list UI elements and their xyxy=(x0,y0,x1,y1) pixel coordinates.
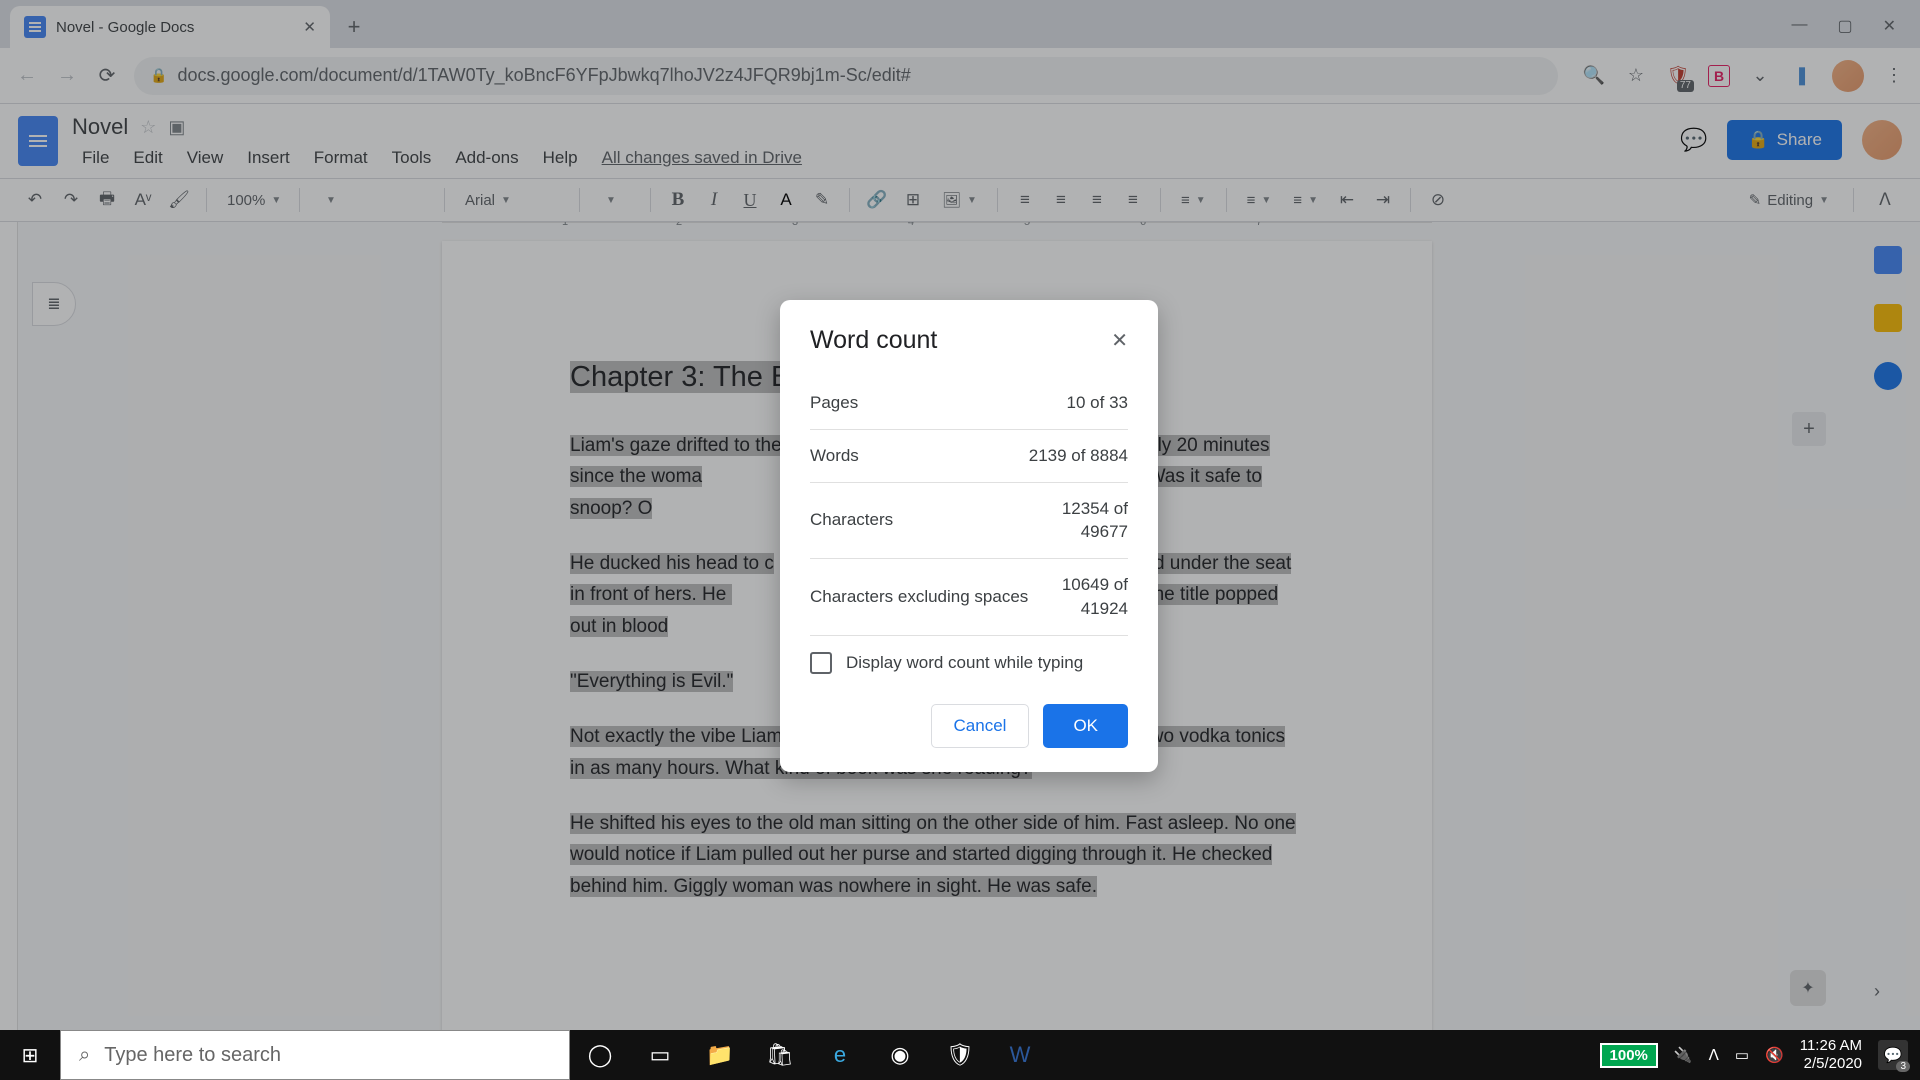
tray-chevron-icon[interactable]: ᐱ xyxy=(1709,1046,1719,1064)
edge-icon[interactable]: e xyxy=(810,1030,870,1080)
volume-muted-icon[interactable]: 🔇 xyxy=(1765,1046,1784,1064)
word-icon[interactable]: W xyxy=(990,1030,1050,1080)
display-while-typing-checkbox[interactable] xyxy=(810,652,832,674)
characters-value: 12354 of 49677 xyxy=(1062,497,1128,545)
system-clock[interactable]: 11:26 AM 2/5/2020 xyxy=(1800,1037,1862,1073)
characters-label: Characters xyxy=(810,510,893,530)
pages-label: Pages xyxy=(810,393,858,413)
windows-taskbar: ⊞ ⌕ Type here to search ◯ ▭ 📁 🛍 e ◉ 🛡 W … xyxy=(0,1030,1920,1080)
file-explorer-icon[interactable]: 📁 xyxy=(690,1030,750,1080)
dialog-close-icon[interactable]: ✕ xyxy=(1111,328,1128,353)
task-view-icon[interactable]: ▭ xyxy=(630,1030,690,1080)
power-icon[interactable]: 🔌 xyxy=(1674,1046,1693,1064)
ok-button[interactable]: OK xyxy=(1043,704,1128,748)
characters-nospace-row: Characters excluding spaces 10649 of 419… xyxy=(810,559,1128,636)
taskbar-search-input[interactable]: ⌕ Type here to search xyxy=(60,1030,570,1080)
words-label: Words xyxy=(810,446,859,466)
battery-indicator[interactable]: 100% xyxy=(1600,1043,1658,1068)
clock-time: 11:26 AM xyxy=(1800,1037,1862,1055)
clock-date: 2/5/2020 xyxy=(1804,1055,1862,1073)
words-value: 2139 of 8884 xyxy=(1029,444,1128,468)
display-while-typing-label: Display word count while typing xyxy=(846,653,1083,673)
start-button[interactable]: ⊞ xyxy=(0,1030,60,1080)
cancel-button[interactable]: Cancel xyxy=(931,704,1030,748)
dialog-title: Word count xyxy=(810,326,937,355)
characters-nospace-label: Characters excluding spaces xyxy=(810,587,1028,607)
pages-row: Pages 10 of 33 xyxy=(810,377,1128,430)
notification-count: 3 xyxy=(1896,1061,1910,1072)
word-count-dialog: Word count ✕ Pages 10 of 33 Words 2139 o… xyxy=(780,300,1158,772)
characters-row: Characters 12354 of 49677 xyxy=(810,483,1128,560)
action-center-icon[interactable]: 💬3 xyxy=(1878,1040,1908,1070)
words-row: Words 2139 of 8884 xyxy=(810,430,1128,483)
battery-tray-icon[interactable]: ▭ xyxy=(1735,1046,1749,1064)
security-app-icon[interactable]: 🛡 xyxy=(930,1030,990,1080)
pages-value: 10 of 33 xyxy=(1067,391,1128,415)
microsoft-store-icon[interactable]: 🛍 xyxy=(750,1030,810,1080)
chrome-icon[interactable]: ◉ xyxy=(870,1030,930,1080)
cortana-icon[interactable]: ◯ xyxy=(570,1030,630,1080)
characters-nospace-value: 10649 of 41924 xyxy=(1062,573,1128,621)
search-placeholder: Type here to search xyxy=(104,1044,281,1067)
search-icon: ⌕ xyxy=(79,1044,90,1067)
